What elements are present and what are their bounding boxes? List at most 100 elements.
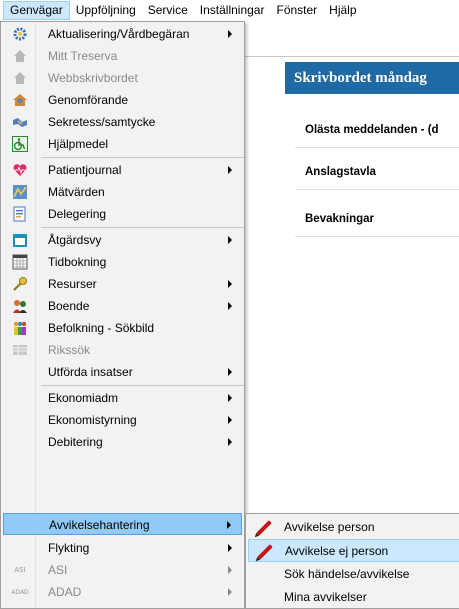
menu-item-label: Patientjournal [48,163,122,177]
submenu-arrow-icon [228,30,232,38]
menu-item-label: Ekonomiadm [48,391,119,405]
submenu-arrow-icon [228,166,232,174]
section-bulletin-board[interactable]: Anslagstavla [295,154,459,190]
heart-icon [12,162,28,178]
avvikelsehantering-submenu: Avvikelse person Avvikelse ej person Sök… [245,513,459,609]
submenu-item-sok-handelse[interactable]: Sök händelse/avvikelse [248,563,459,586]
menu-item-rikssok[interactable]: Rikssök [3,339,242,361]
menu-item-utforda-insatser[interactable]: Utförda insatser [3,361,242,383]
menu-service[interactable]: Service [142,1,194,20]
menu-item-label: Boende [48,299,90,313]
genvagar-dropdown: Aktualisering/Vårdbegäran Mitt Treserva … [0,21,245,609]
menu-item-sekretess[interactable]: Sekretess/samtycke [3,111,242,133]
submenu-arrow-icon [228,438,232,446]
menu-item-resurser[interactable]: Resurser [3,273,242,295]
menu-item-label: Genomförande [48,93,129,107]
submenu-arrow-icon [228,416,232,424]
submenu-item-label: Mina avvikelser [284,590,367,604]
menu-item-genomforande[interactable]: Genomförande [3,89,242,111]
menu-item-label: Åtgärdsvy [48,233,102,247]
menu-item-label: Delegering [48,207,107,221]
menu-item-patientjournal[interactable]: Patientjournal [3,159,242,181]
menu-item-label: Debitering [48,435,103,449]
menu-separator [41,157,244,158]
menu-item-flykting[interactable]: Flykting [3,537,242,559]
house-person-icon [12,92,28,108]
menu-item-label: Ekonomistyrning [48,413,137,427]
submenu-arrow-icon [228,236,232,244]
submenu-item-avvikelse-person[interactable]: Avvikelse person [248,516,459,539]
menu-item-label: Befolkning - Sökbild [48,321,155,335]
submenu-arrow-icon [228,394,232,402]
adad-icon: ADAD [11,588,29,596]
menu-item-atgardsvy[interactable]: Åtgärdsvy [3,229,242,251]
asi-icon: ASI [14,566,26,574]
menu-item-boende[interactable]: Boende [3,295,242,317]
menu-item-ekonomistyrning[interactable]: Ekonomistyrning [3,409,242,431]
menu-item-label: Avvikelsehantering [49,518,150,532]
menu-separator [41,385,244,386]
submenu-arrow-icon [228,368,232,376]
menu-uppfoljning[interactable]: Uppföljning [70,1,142,20]
menu-item-label: Utförda insatser [48,365,133,379]
section-watches[interactable]: Bevakningar [295,201,459,237]
gear-icon [12,26,28,42]
document-icon [12,206,28,222]
menu-bar: Genvägar Uppföljning Service Inställning… [0,0,459,21]
menu-item-label: ASI [48,563,68,577]
menu-item-label: Webbskrivbordet [48,71,138,85]
menu-item-asi[interactable]: ASI ASI [3,559,242,581]
table-icon [12,342,28,358]
menu-item-matvarden[interactable]: Mätvärden [3,181,242,203]
menu-item-aktualisering[interactable]: Aktualisering/Vårdbegäran [3,23,242,45]
home-icon [12,48,28,64]
menu-item-label: Flykting [48,541,90,555]
menu-item-avvikelsehantering[interactable]: Avvikelsehantering [3,513,242,535]
menu-item-label: ADAD [48,585,82,599]
key-icon [12,276,28,292]
desktop-banner-title: Skrivbordet måndag [285,62,459,94]
home-icon [12,70,28,86]
menu-genvagar[interactable]: Genvägar [3,1,70,20]
menu-hjalp[interactable]: Hjälp [323,1,362,20]
people-icon [12,298,28,314]
submenu-item-mina-avvikelser[interactable]: Mina avvikelser [248,586,459,609]
menu-item-label: Rikssök [48,343,91,357]
menu-fonster[interactable]: Fönster [270,1,323,20]
calendar-icon [12,232,28,248]
submenu-arrow-icon [228,280,232,288]
menu-item-befolkning[interactable]: Befolkning - Sökbild [3,317,242,339]
menu-item-label: Hjälpmedel [48,137,109,151]
handshake-icon [12,114,28,130]
section-unread-messages[interactable]: Olästa meddelanden - (d [295,112,459,148]
menu-item-hjalpmedel[interactable]: Hjälpmedel [3,133,242,155]
wheelchair-icon [12,136,28,152]
submenu-arrow-icon [228,588,232,596]
menu-item-webbskrivbordet[interactable]: Webbskrivbordet [3,67,242,89]
pen-icon [256,543,274,561]
measure-icon [12,184,28,200]
menu-item-label: Aktualisering/Vårdbegäran [48,27,190,41]
submenu-arrow-icon [227,521,231,529]
grid-calendar-icon [12,254,28,270]
pen-icon [255,519,273,537]
menu-item-label: Mätvärden [48,185,105,199]
menu-item-delegering[interactable]: Delegering [3,203,242,225]
menu-item-label: Tidbokning [48,255,107,269]
submenu-arrow-icon [228,544,232,552]
menu-item-adad[interactable]: ADAD ADAD [3,581,242,603]
menu-item-debitering[interactable]: Debitering [3,431,242,453]
menu-item-ekonomiadm[interactable]: Ekonomiadm [3,387,242,409]
menu-installningar[interactable]: Inställningar [194,1,271,20]
menu-item-label: Sekretess/samtycke [48,115,156,129]
submenu-item-label: Sök händelse/avvikelse [284,567,410,581]
submenu-item-label: Avvikelse ej person [285,544,389,558]
menu-separator [41,227,244,228]
submenu-item-label: Avvikelse person [284,520,375,534]
submenu-arrow-icon [228,566,232,574]
menu-item-tidbokning[interactable]: Tidbokning [3,251,242,273]
menu-item-label: Resurser [48,277,97,291]
submenu-item-avvikelse-ej-person[interactable]: Avvikelse ej person [248,539,459,562]
menu-item-label: Mitt Treserva [48,49,118,63]
menu-item-mitt-treserva[interactable]: Mitt Treserva [3,45,242,67]
